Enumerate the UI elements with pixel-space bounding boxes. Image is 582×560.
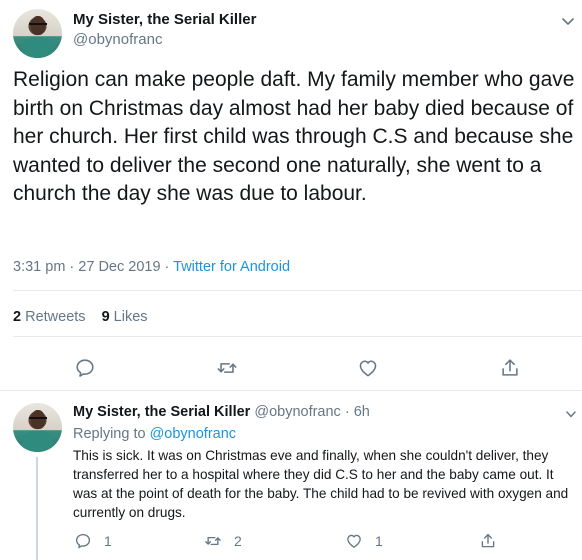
tweet-meta: 3:31 pm · 27 Dec 2019 · Twitter for Andr… [13,259,290,275]
avatar[interactable] [13,9,62,58]
reply-author-row: My Sister, the Serial Killer @obynofranc… [73,404,370,420]
reply-actions: 1 2 1 [0,531,582,555]
meta-separator: · [160,259,174,275]
tweet-date[interactable]: 27 Dec 2019 [78,259,160,275]
meta-separator: · [65,259,79,275]
chevron-down-icon[interactable] [565,407,577,419]
divider [13,336,582,337]
reply-icon [74,532,92,550]
tweet-text: Religion can make people daft. My family… [13,68,575,206]
share-button[interactable] [479,531,497,551]
likes-stat[interactable]: 9 Likes [102,309,148,325]
replying-to: Replying to @obynofranc [73,426,236,442]
like-button[interactable]: 1 [345,531,383,551]
chevron-down-icon[interactable] [561,14,575,28]
replying-to-link[interactable]: @obynofranc [150,426,236,442]
likes-label: Likes [113,309,148,325]
retweet-icon [204,532,222,550]
divider [13,290,582,291]
tweet-source-link[interactable]: Twitter for Android [173,259,290,275]
reply-icon[interactable] [74,357,96,379]
reply-tweet[interactable]: My Sister, the Serial Killer @obynofranc… [0,391,582,560]
author-handle[interactable]: @obynofranc [73,31,162,48]
reply-author-handle-age[interactable]: @obynofranc · 6h [254,404,369,420]
replying-label: Replying to [73,426,146,442]
retweet-button[interactable]: 2 [204,531,242,551]
tweet-actions [0,352,582,382]
tweet-stats: 2 Retweets 9 Likes [13,309,148,325]
share-icon[interactable] [499,357,521,379]
retweets-label: Retweets [25,309,86,325]
heart-icon[interactable] [357,357,379,379]
reply-count: 1 [104,533,112,549]
retweet-icon[interactable] [216,357,238,379]
reply-text: This is sick. It was on Christmas eve an… [73,448,569,520]
retweets-count: 2 [13,309,22,325]
like-count: 1 [375,533,383,549]
likes-count: 9 [101,309,110,325]
retweets-stat[interactable]: 2 Retweets [13,309,86,325]
reply-author-display-name[interactable]: My Sister, the Serial Killer [73,404,250,420]
heart-icon [345,532,363,550]
avatar[interactable] [13,403,62,452]
retweet-count: 2 [234,533,242,549]
author-display-name[interactable]: My Sister, the Serial Killer [73,11,256,28]
share-icon [479,532,497,550]
reply-button[interactable]: 1 [74,531,112,551]
tweet-time[interactable]: 3:31 pm [13,259,65,275]
